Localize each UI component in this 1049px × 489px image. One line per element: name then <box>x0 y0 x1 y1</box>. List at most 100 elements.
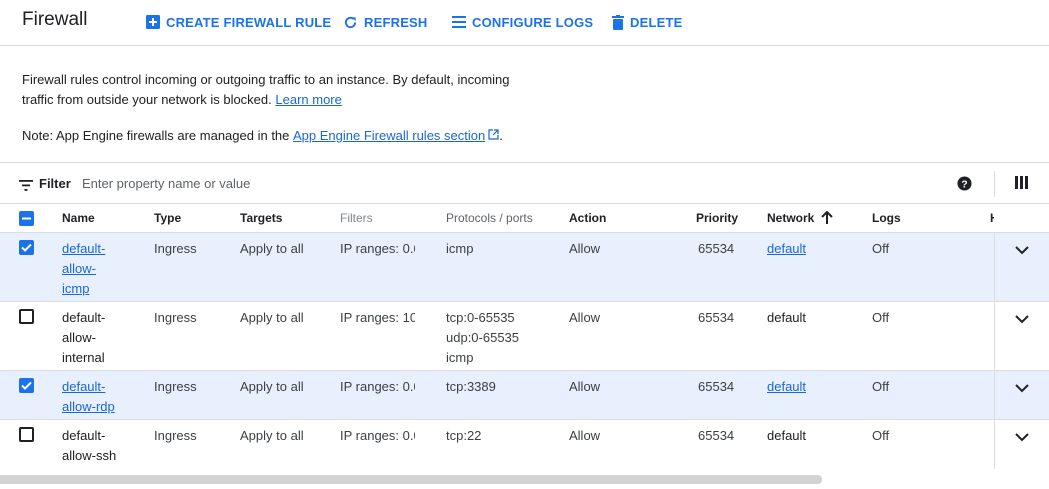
rule-type: Ingress <box>154 379 197 394</box>
rule-type: Ingress <box>154 241 197 256</box>
rule-targets: Apply to all <box>240 379 304 394</box>
learn-more-link[interactable]: Learn more <box>275 92 341 107</box>
refresh-label: REFRESH <box>364 14 428 30</box>
column-header-logs[interactable]: Logs <box>872 211 901 225</box>
rule-priority: 65534 <box>698 241 735 256</box>
rule-logs: Off <box>872 379 890 394</box>
rule-filters: IP ranges: 0.0 <box>340 241 415 256</box>
rule-network-link[interactable]: default <box>767 377 806 397</box>
rule-network: default <box>767 310 807 325</box>
expand-row-chevron-icon[interactable] <box>1014 380 1030 398</box>
rule-logs: Off <box>872 241 890 256</box>
rule-name-line: icmp <box>62 281 90 296</box>
app-engine-note: Note: App Engine firewalls are managed i… <box>22 126 503 146</box>
rule-filters: IP ranges: 10 <box>340 310 415 325</box>
rule-name-link[interactable]: default- allow- icmp <box>62 239 105 299</box>
rule-name-line: default- <box>62 379 106 394</box>
rule-action: Allow <box>569 241 601 256</box>
table-row: default- allow- icmp Ingress Apply to al… <box>0 233 1049 302</box>
row-checkbox[interactable] <box>19 378 34 393</box>
page-title: Firewall <box>22 9 88 30</box>
toolbar-divider <box>994 171 995 197</box>
rule-network: default <box>767 428 807 443</box>
app-engine-firewall-link[interactable]: App Engine Firewall rules section <box>293 126 485 146</box>
rule-filters: IP ranges: 0.0 <box>340 428 415 443</box>
rule-priority: 65534 <box>698 428 735 443</box>
protocol-entry: tcp:0-65535 <box>446 310 515 325</box>
rule-type: Ingress <box>154 310 197 325</box>
help-icon[interactable]: ? <box>957 176 972 196</box>
expand-row-chevron-icon[interactable] <box>1014 429 1030 447</box>
rule-type: Ingress <box>154 428 197 443</box>
column-header-type[interactable]: Type <box>154 211 181 225</box>
rule-protocols: tcp:22 <box>446 428 482 443</box>
svg-text:?: ? <box>961 179 967 190</box>
table-row: default- allow-ssh Ingress Apply to all … <box>0 420 1049 469</box>
page-header: Firewall CREATE FIREWALL RULE REFRESH CO… <box>0 0 1049 46</box>
check-icon <box>21 243 32 252</box>
filter-icon <box>19 178 33 196</box>
rule-protocols: tcp:3389 <box>446 379 496 394</box>
note-suffix: . <box>499 128 503 143</box>
protocol-entry: icmp <box>446 350 474 365</box>
rule-name-line: allow- <box>62 261 96 276</box>
filter-bar: Filter ? <box>0 162 1049 204</box>
create-firewall-rule-button[interactable]: CREATE FIREWALL RULE <box>146 13 331 31</box>
row-checkbox[interactable] <box>19 427 34 442</box>
column-header-name[interactable]: Name <box>62 211 95 225</box>
sort-ascending-icon[interactable] <box>821 210 833 230</box>
rule-targets: Apply to all <box>240 310 304 325</box>
rule-name-line: internal <box>62 350 105 365</box>
column-header-priority[interactable]: Priority <box>696 211 738 225</box>
list-icon <box>452 16 466 28</box>
rule-priority: 65534 <box>698 310 735 325</box>
rule-action: Allow <box>569 428 601 443</box>
check-icon <box>21 381 32 390</box>
row-divider <box>994 302 995 371</box>
rule-name-line: default- <box>62 428 106 443</box>
indeterminate-icon <box>22 217 31 220</box>
table-row: default- allow-rdp Ingress Apply to all … <box>0 371 1049 420</box>
column-header-filters: Filters <box>340 211 373 225</box>
select-all-checkbox[interactable] <box>19 211 34 226</box>
rule-name-link[interactable]: default- allow-rdp <box>62 377 115 417</box>
column-header-action[interactable]: Action <box>569 211 606 225</box>
filter-label: Filter <box>39 176 71 191</box>
configure-logs-label: CONFIGURE LOGS <box>472 14 594 30</box>
table-row: default- allow- internal Ingress Apply t… <box>0 302 1049 371</box>
refresh-icon <box>343 15 358 30</box>
configure-logs-button[interactable]: CONFIGURE LOGS <box>452 13 593 31</box>
rule-action: Allow <box>569 310 601 325</box>
table-header-row: Name Type Targets Filters Protocols / po… <box>0 204 1049 233</box>
open-in-new-icon <box>488 126 499 146</box>
trash-icon <box>612 14 624 30</box>
rule-name: default- allow- internal <box>62 308 105 368</box>
rule-name: default- allow-ssh <box>62 426 116 466</box>
rule-name-line: allow-ssh <box>62 448 117 463</box>
rule-priority: 65534 <box>698 379 735 394</box>
column-header-network[interactable]: Network <box>767 211 814 225</box>
column-display-icon[interactable] <box>1015 176 1028 194</box>
row-divider <box>994 371 995 420</box>
rule-name-line: allow- <box>62 330 96 345</box>
row-checkbox[interactable] <box>19 240 34 255</box>
filter-input[interactable] <box>76 171 496 195</box>
note-prefix: Note: App Engine firewalls are managed i… <box>22 128 290 143</box>
expand-row-chevron-icon[interactable] <box>1014 242 1030 260</box>
info-text: Firewall rules control incoming or outgo… <box>22 72 510 107</box>
refresh-button[interactable]: REFRESH <box>343 13 428 31</box>
column-header-protocols: Protocols / ports <box>446 211 533 225</box>
rule-network-link[interactable]: default <box>767 239 806 259</box>
rule-protocols: tcp:0-65535 udp:0-65535 icmp <box>446 308 519 368</box>
row-divider <box>994 420 995 469</box>
delete-button[interactable]: DELETE <box>612 13 682 31</box>
rule-name-line: default- <box>62 310 106 325</box>
horizontal-scrollbar[interactable] <box>0 475 822 484</box>
rule-protocols: icmp <box>446 241 474 256</box>
row-divider <box>994 233 995 302</box>
expand-row-chevron-icon[interactable] <box>1014 311 1030 329</box>
protocol-entry: udp:0-65535 <box>446 330 520 345</box>
firewall-rules-table: Name Type Targets Filters Protocols / po… <box>0 204 1049 469</box>
row-checkbox[interactable] <box>19 309 34 324</box>
column-header-targets[interactable]: Targets <box>240 211 282 225</box>
